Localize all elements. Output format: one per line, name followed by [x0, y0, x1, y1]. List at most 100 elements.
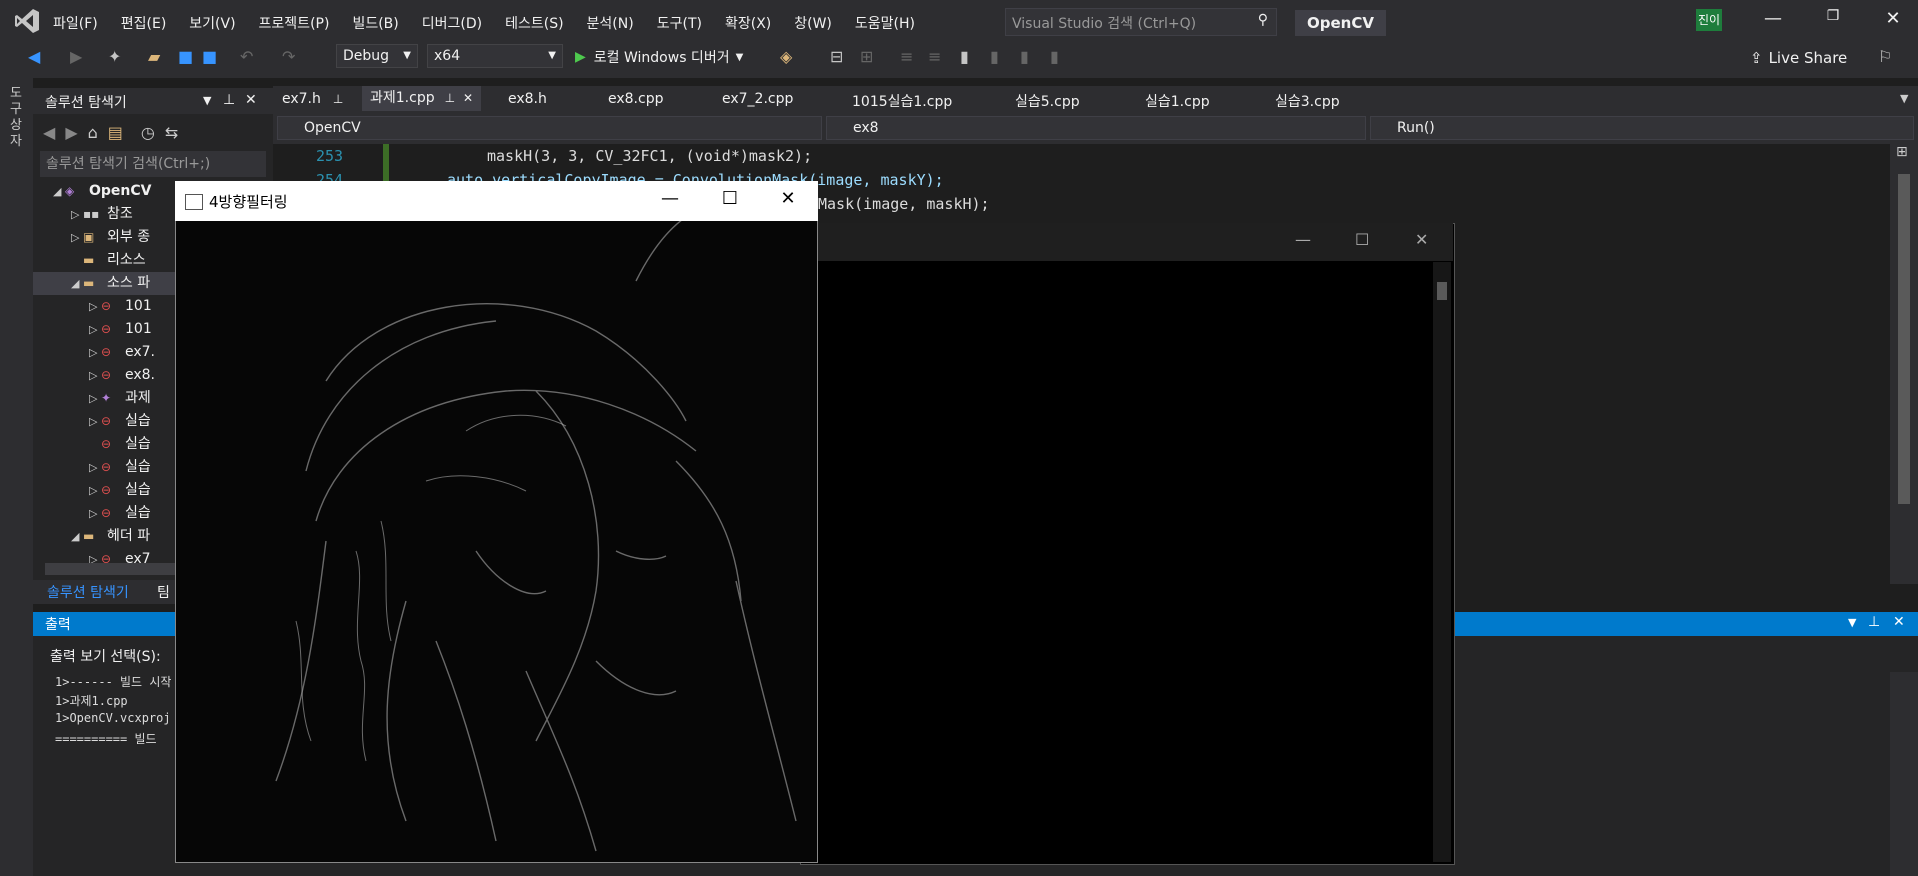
toolbar-icon-a[interactable]: ⊟: [830, 47, 843, 66]
home-icon[interactable]: ⌂: [88, 123, 98, 142]
expand-toggle-icon[interactable]: ▷: [89, 387, 101, 410]
menu-item[interactable]: 분석(N): [587, 13, 634, 33]
tab-document[interactable]: ex7.h ⊥: [282, 91, 343, 107]
menu-item[interactable]: 테스트(S): [505, 13, 563, 33]
menu-item[interactable]: 도구(T): [657, 13, 702, 33]
forward-icon[interactable]: ▶: [70, 47, 82, 66]
scope-nav-select[interactable]: ex8: [826, 116, 1366, 140]
expand-toggle-icon[interactable]: ▷: [89, 479, 101, 502]
pending-changes-icon[interactable]: ◷: [141, 123, 155, 142]
split-icon[interactable]: ⊞: [1896, 144, 1912, 160]
live-share-button[interactable]: ⇪ Live Share: [1750, 49, 1847, 67]
chevron-down-icon[interactable]: ▼: [1900, 92, 1908, 105]
console-minimize-button[interactable]: —: [1295, 230, 1311, 249]
menu-item[interactable]: 프로젝트(P): [259, 13, 330, 33]
visual-studio-logo[interactable]: [14, 8, 40, 34]
search-box[interactable]: Visual Studio 검색 (Ctrl+Q) ⚲: [1005, 8, 1277, 36]
forward-icon[interactable]: ▶: [65, 123, 77, 142]
start-debugger-button[interactable]: ▶ 로컬 Windows 디버거 ▼: [575, 47, 743, 67]
console-window[interactable]: [800, 223, 1455, 865]
close-button[interactable]: ✕: [1870, 8, 1916, 36]
save-icon[interactable]: ■: [178, 47, 193, 66]
chevron-down-icon[interactable]: ▼: [1848, 616, 1856, 629]
new-project-icon[interactable]: ✦: [108, 47, 121, 66]
save-all-icon[interactable]: ■: [202, 47, 217, 66]
back-icon[interactable]: ◀: [43, 123, 55, 142]
chevron-down-icon[interactable]: ▼: [203, 94, 211, 107]
menu-item[interactable]: 창(W): [794, 13, 832, 33]
image-close-button[interactable]: ✕: [768, 188, 808, 209]
restore-button[interactable]: ❐: [1810, 8, 1856, 36]
comment-icon[interactable]: ≡: [900, 47, 913, 66]
config-select[interactable]: Debug ▼: [336, 44, 418, 68]
search-icon[interactable]: ⚲: [1258, 12, 1268, 28]
tab-document[interactable]: 실습5.cpp: [1015, 91, 1080, 111]
switch-view-icon[interactable]: ▤: [108, 123, 123, 142]
close-icon[interactable]: ✕: [1893, 614, 1905, 630]
expand-toggle-icon[interactable]: ▷: [89, 318, 101, 341]
editor-scrollbar[interactable]: ⊞: [1890, 144, 1918, 584]
expand-toggle-icon[interactable]: ▷: [89, 364, 101, 387]
user-avatar[interactable]: 진이: [1696, 9, 1722, 31]
expand-toggle-icon[interactable]: ◢: [53, 180, 65, 203]
expand-toggle-icon[interactable]: ◢: [71, 525, 83, 548]
member-nav-select[interactable]: Run(): [1370, 116, 1914, 140]
expand-toggle-icon[interactable]: ◢: [71, 272, 83, 295]
bookmark-icon[interactable]: ▮: [960, 47, 969, 66]
console-scrollbar[interactable]: [1433, 262, 1451, 862]
pin-icon[interactable]: ⊥: [445, 91, 455, 105]
menu-item[interactable]: 빌드(B): [352, 13, 398, 33]
back-icon[interactable]: ◀: [28, 47, 40, 66]
image-maximize-button[interactable]: ☐: [710, 188, 750, 209]
expand-toggle-icon[interactable]: ▷: [71, 203, 83, 226]
toolbox-tab[interactable]: 도구 상자: [10, 86, 28, 150]
output-scrollbar[interactable]: [1890, 672, 1918, 876]
scrollbar-thumb[interactable]: [1898, 174, 1910, 504]
console-close-button[interactable]: ✕: [1415, 230, 1428, 249]
console-maximize-button[interactable]: ☐: [1355, 230, 1369, 249]
menu-item[interactable]: 파일(F): [53, 13, 98, 33]
platform-select[interactable]: x64 ▼: [427, 44, 563, 68]
menu-item[interactable]: 확장(X): [725, 13, 771, 33]
pin-icon[interactable]: ⊥: [1868, 614, 1880, 630]
image-minimize-button[interactable]: —: [650, 188, 690, 209]
project-nav-select[interactable]: OpenCV: [277, 116, 822, 140]
tab-document[interactable]: ex8.cpp: [608, 91, 663, 107]
open-folder-icon[interactable]: ▰: [148, 47, 160, 66]
menu-item[interactable]: 도움말(H): [855, 13, 915, 33]
expand-toggle-icon[interactable]: ▷: [89, 502, 101, 525]
scrollbar-thumb[interactable]: [1437, 282, 1447, 300]
menu-item[interactable]: 디버그(D): [422, 13, 482, 33]
tab-document[interactable]: 실습1.cpp: [1145, 91, 1210, 111]
tab-document[interactable]: 과제1.cpp ⊥ ✕: [362, 86, 482, 111]
next-bookmark-icon[interactable]: ▮: [1020, 47, 1029, 66]
find-in-files-icon[interactable]: ◈: [780, 47, 792, 66]
close-icon[interactable]: ✕: [245, 92, 257, 108]
tab-document[interactable]: 1015실습1.cpp: [852, 91, 952, 111]
pin-icon[interactable]: ⊥: [223, 92, 235, 108]
pin-icon[interactable]: ⊥: [333, 92, 343, 106]
expand-toggle-icon[interactable]: ▷: [89, 410, 101, 433]
expand-toggle-icon[interactable]: ▷: [89, 456, 101, 479]
sync-icon[interactable]: ⇆: [165, 123, 178, 142]
feedback-icon[interactable]: ⚐: [1878, 47, 1892, 66]
redo-icon[interactable]: ↷: [282, 47, 295, 66]
tab-document[interactable]: ex7_2.cpp: [722, 91, 793, 107]
expand-toggle-icon[interactable]: ▷: [71, 226, 83, 249]
clear-bookmarks-icon[interactable]: ▮: [1050, 47, 1059, 66]
toolbar-icon-b[interactable]: ⊞: [860, 47, 873, 66]
tab-document[interactable]: ex8.h: [508, 91, 547, 107]
menu-item[interactable]: 보기(V): [189, 13, 235, 33]
menu-item[interactable]: 편집(E): [121, 13, 167, 33]
uncomment-icon[interactable]: ≡: [928, 47, 941, 66]
prev-bookmark-icon[interactable]: ▮: [990, 47, 999, 66]
close-icon[interactable]: ✕: [463, 91, 473, 105]
tab-team[interactable]: 팀: [157, 582, 170, 602]
tab-document[interactable]: 실습3.cpp: [1275, 91, 1340, 111]
undo-icon[interactable]: ↶: [240, 47, 253, 66]
minimize-button[interactable]: —: [1750, 8, 1796, 36]
expand-toggle-icon[interactable]: ▷: [89, 295, 101, 318]
tab-solution-explorer[interactable]: 솔루션 탐색기: [47, 582, 129, 602]
expand-toggle-icon[interactable]: ▷: [89, 341, 101, 364]
solution-search-input[interactable]: 솔루션 탐색기 검색(Ctrl+;): [40, 151, 266, 177]
